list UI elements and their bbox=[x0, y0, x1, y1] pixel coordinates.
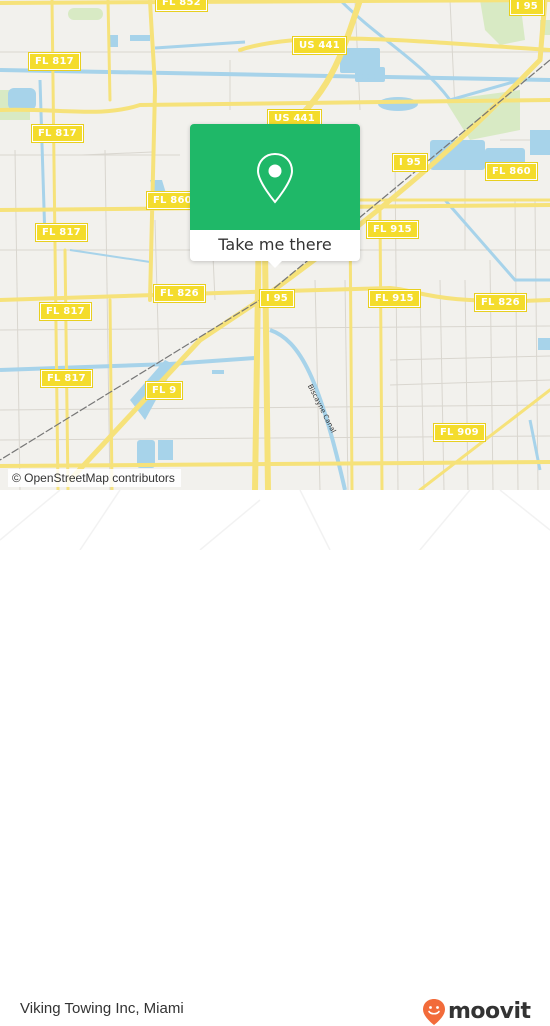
road-shield: FL 9 bbox=[144, 381, 184, 400]
road-shield: FL 915 bbox=[368, 289, 421, 308]
road-shield: FL 826 bbox=[474, 293, 527, 312]
map-pin-icon bbox=[256, 152, 294, 204]
road-shield: I 95 bbox=[392, 153, 428, 172]
popup-header bbox=[190, 124, 360, 230]
road-shield: FL 817 bbox=[28, 52, 81, 71]
moovit-wordmark: moovit bbox=[448, 999, 531, 1024]
place-name: Viking Towing Inc, Miami bbox=[20, 1000, 184, 1017]
road-shield: FL 826 bbox=[153, 284, 206, 303]
road-shield: I 95 bbox=[259, 289, 295, 308]
road-shield: FL 915 bbox=[366, 220, 419, 239]
road-shield: FL 817 bbox=[35, 223, 88, 242]
footer-background-pattern bbox=[0, 490, 550, 550]
road-shield: FL 860 bbox=[485, 162, 538, 181]
map[interactable]: FL 852 I 95 FL 817 US 441 FL 817 US 441 … bbox=[0, 0, 550, 490]
location-popup: Take me there bbox=[190, 124, 360, 268]
take-me-there-button[interactable]: Take me there bbox=[190, 230, 360, 261]
road-shield: FL 909 bbox=[433, 423, 486, 442]
road-shield: FL 817 bbox=[31, 124, 84, 143]
road-shield: FL 817 bbox=[40, 369, 93, 388]
road-shield: US 441 bbox=[292, 36, 347, 55]
road-shield: I 95 bbox=[509, 0, 545, 16]
road-shield: FL 817 bbox=[39, 302, 92, 321]
map-attribution[interactable]: © OpenStreetMap contributors bbox=[8, 469, 181, 487]
footer: Viking Towing Inc, Miami moovit bbox=[0, 490, 550, 1025]
moovit-smile-pin-icon bbox=[423, 999, 445, 1025]
popup-pointer bbox=[266, 259, 284, 268]
road-shield: FL 852 bbox=[155, 0, 208, 12]
moovit-logo[interactable]: moovit bbox=[422, 998, 531, 1026]
